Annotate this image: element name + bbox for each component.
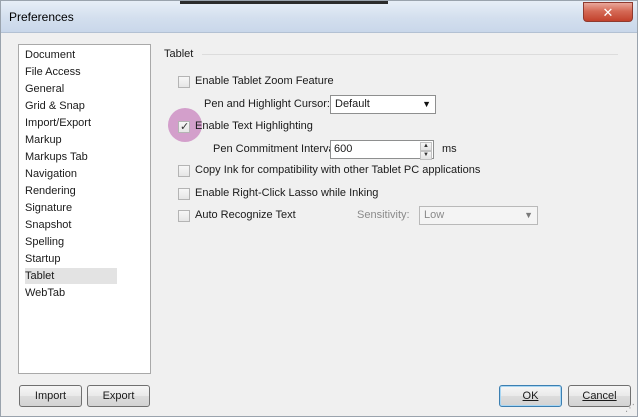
- sidebar-item-navigation[interactable]: Navigation: [25, 166, 117, 182]
- close-button[interactable]: ✕: [583, 2, 633, 22]
- spin-up-icon[interactable]: ▲: [420, 142, 432, 151]
- close-icon: ✕: [602, 4, 614, 20]
- pen-commitment-unit: ms: [442, 143, 457, 155]
- pen-cursor-value: Default: [335, 98, 370, 110]
- copy-ink-checkbox[interactable]: [178, 165, 190, 177]
- zoom-feature-checkbox[interactable]: [178, 76, 190, 88]
- sidebar-item-rendering[interactable]: Rendering: [25, 183, 117, 199]
- sidebar-item-markup[interactable]: Markup: [25, 132, 117, 148]
- sidebar-item-snapshot[interactable]: Snapshot: [25, 217, 117, 233]
- sensitivity-select[interactable]: Low ▼: [419, 206, 538, 225]
- pen-cursor-select[interactable]: Default ▼: [330, 95, 436, 114]
- ok-label: OK: [522, 390, 539, 402]
- resize-grip-icon[interactable]: ⋰: [625, 403, 635, 414]
- ok-button[interactable]: OK: [499, 385, 562, 407]
- sidebar-item-grid-snap[interactable]: Grid & Snap: [25, 98, 117, 114]
- pen-cursor-label: Pen and Highlight Cursor:: [204, 98, 330, 110]
- pen-commitment-input[interactable]: 600 ▲ ▼: [330, 140, 434, 160]
- sidebar-item-signature[interactable]: Signature: [25, 200, 117, 216]
- sidebar-item-tablet[interactable]: Tablet: [25, 268, 117, 284]
- text-highlighting-label: Enable Text Highlighting: [195, 120, 313, 132]
- section-title: Tablet: [164, 48, 194, 60]
- cancel-label: Cancel: [582, 390, 617, 402]
- right-click-lasso-checkbox[interactable]: [178, 188, 190, 200]
- sidebar-item-markups-tab[interactable]: Markups Tab: [25, 149, 117, 165]
- title-notch: [180, 1, 388, 4]
- category-list[interactable]: Document File Access General Grid & Snap Imp…: [18, 44, 151, 374]
- sidebar-item-startup[interactable]: Startup: [25, 251, 117, 267]
- cancel-button[interactable]: Cancel: [568, 385, 631, 407]
- sidebar-item-spelling[interactable]: Spelling: [25, 234, 117, 250]
- section-divider: [202, 54, 618, 55]
- right-click-lasso-label: Enable Right-Click Lasso while Inking: [195, 187, 379, 199]
- zoom-feature-label: Enable Tablet Zoom Feature: [195, 75, 334, 87]
- sensitivity-value: Low: [424, 209, 445, 221]
- auto-recognize-checkbox[interactable]: [178, 210, 190, 222]
- sidebar-item-file-access[interactable]: File Access: [25, 64, 117, 80]
- pen-commitment-label: Pen Commitment Interval:: [213, 143, 341, 155]
- chevron-down-icon: ▼: [524, 210, 533, 220]
- sidebar-item-import-export[interactable]: Import/Export: [25, 115, 117, 131]
- import-button[interactable]: Import: [19, 385, 82, 407]
- sidebar-item-general[interactable]: General: [25, 81, 117, 97]
- text-highlighting-checkbox[interactable]: ✓: [178, 121, 190, 133]
- pen-commitment-spinner[interactable]: ▲ ▼: [420, 142, 432, 160]
- preferences-dialog: Preferences ✕ Document File Access General…: [0, 0, 638, 417]
- window-title: Preferences: [9, 10, 74, 24]
- checkmark-icon: ✓: [180, 121, 190, 133]
- tablet-settings-panel: Tablet Enable Tablet Zoom Feature Pen an…: [158, 44, 626, 374]
- pen-commitment-value: 600: [334, 143, 353, 155]
- chevron-down-icon: ▼: [422, 99, 431, 109]
- title-bar: Preferences ✕: [1, 1, 637, 33]
- sidebar-item-webtab[interactable]: WebTab: [25, 285, 117, 301]
- spin-down-icon[interactable]: ▼: [420, 151, 432, 160]
- export-button[interactable]: Export: [87, 385, 150, 407]
- auto-recognize-label: Auto Recognize Text: [195, 209, 296, 221]
- copy-ink-label: Copy Ink for compatibility with other Ta…: [195, 164, 481, 176]
- sidebar-item-document[interactable]: Document: [25, 47, 117, 63]
- sensitivity-label: Sensitivity:: [357, 209, 410, 221]
